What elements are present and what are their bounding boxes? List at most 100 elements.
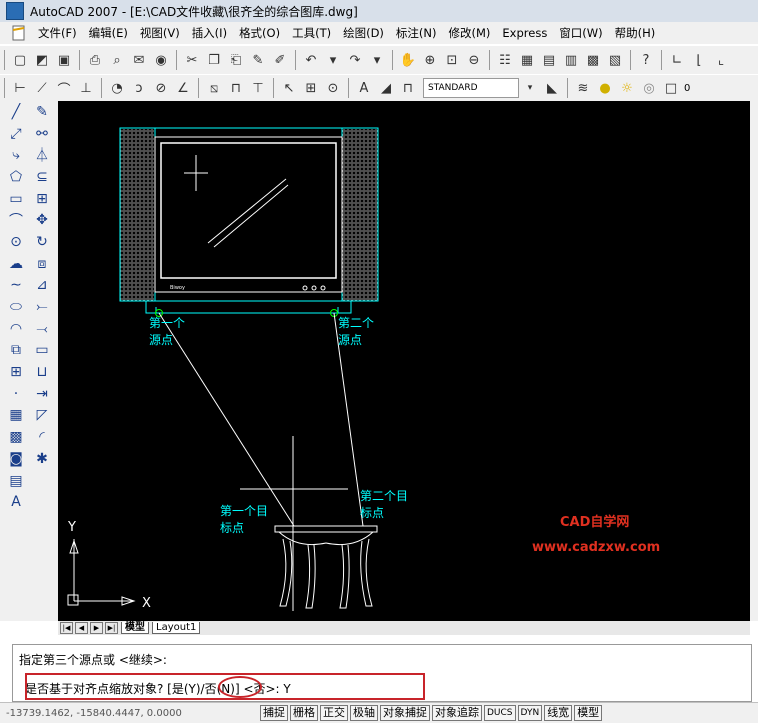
- layer-value[interactable]: 0: [684, 83, 690, 94]
- tool-palettes-icon[interactable]: ▤: [540, 51, 558, 69]
- linear-dimension-icon[interactable]: ⊢: [11, 79, 29, 97]
- table-icon[interactable]: ▤: [3, 470, 29, 492]
- print-icon[interactable]: ⎙: [86, 51, 104, 69]
- baseline-icon[interactable]: ⊓: [227, 79, 245, 97]
- fillet-icon[interactable]: ◜: [29, 426, 55, 448]
- tab-model[interactable]: 模型: [121, 622, 149, 634]
- 3d-dwf-icon[interactable]: ◉: [152, 51, 170, 69]
- last-tab-icon[interactable]: ▶|: [105, 622, 118, 634]
- multiline-text-icon[interactable]: A: [3, 491, 29, 513]
- osnap-toggle[interactable]: 对象捕捉: [380, 705, 430, 721]
- ucs-icon[interactable]: ∟: [668, 51, 686, 69]
- menu-insert[interactable]: 插入(I): [186, 25, 233, 41]
- center-mark-icon[interactable]: ⊙: [324, 79, 342, 97]
- help-icon[interactable]: ?: [637, 51, 655, 69]
- undo-dropdown-icon[interactable]: ▾: [324, 51, 342, 69]
- mirror-icon[interactable]: ⏃: [29, 144, 55, 166]
- cut-icon[interactable]: ✂: [183, 51, 201, 69]
- aligned-dimension-icon[interactable]: ⟋: [33, 79, 51, 97]
- point-icon[interactable]: ·: [3, 383, 29, 405]
- polyline-icon[interactable]: ⤷: [3, 144, 29, 166]
- ordinate-icon[interactable]: ⊥: [77, 79, 95, 97]
- sheet-set-icon[interactable]: ▥: [562, 51, 580, 69]
- arc-length-icon[interactable]: ⌒: [55, 79, 73, 98]
- match-properties-icon[interactable]: ✎: [249, 51, 267, 69]
- paste-icon[interactable]: ⎗: [227, 51, 245, 69]
- menu-format[interactable]: 格式(O): [233, 25, 286, 41]
- lock-icon[interactable]: ◎: [640, 79, 658, 97]
- line-icon[interactable]: ╱: [3, 101, 29, 123]
- grid-toggle[interactable]: 栅格: [290, 705, 318, 721]
- undo-icon[interactable]: ↶: [302, 51, 320, 69]
- offset-icon[interactable]: ⊆: [29, 166, 55, 188]
- erase-icon[interactable]: ✎: [29, 101, 55, 123]
- ucs-previous-icon[interactable]: ⌞: [712, 51, 730, 69]
- break-icon[interactable]: ⊔: [29, 361, 55, 383]
- color-square-icon[interactable]: □: [662, 79, 680, 97]
- region-icon[interactable]: ◙: [3, 448, 29, 470]
- jogged-icon[interactable]: ↄ: [130, 79, 148, 97]
- break-at-point-icon[interactable]: ▭: [29, 340, 55, 362]
- menu-edit[interactable]: 编辑(E): [83, 25, 134, 41]
- dimension-update-icon[interactable]: ⊓: [399, 79, 417, 97]
- save-icon[interactable]: ▣: [55, 51, 73, 69]
- bulb-icon[interactable]: ●: [596, 79, 614, 97]
- publish-icon[interactable]: ✉: [130, 51, 148, 69]
- ortho-toggle[interactable]: 正交: [320, 705, 348, 721]
- ellipse-icon[interactable]: ⬭: [3, 296, 29, 318]
- copy-icon[interactable]: ❐: [205, 51, 223, 69]
- insert-block-icon[interactable]: ⧉: [3, 340, 29, 362]
- construction-line-icon[interactable]: ⤢: [3, 123, 29, 145]
- zoom-previous-icon[interactable]: ⊖: [465, 51, 483, 69]
- sun-icon[interactable]: ☼: [618, 79, 636, 97]
- otrack-toggle[interactable]: 对象追踪: [432, 705, 482, 721]
- next-tab-icon[interactable]: ▶: [90, 622, 103, 634]
- new-file-icon[interactable]: ▢: [11, 51, 29, 69]
- design-center-icon[interactable]: ▦: [518, 51, 536, 69]
- trim-icon[interactable]: ⤚: [29, 296, 55, 318]
- dim-style-dropdown-icon[interactable]: ▾: [521, 79, 539, 97]
- explode-icon[interactable]: ✱: [29, 448, 55, 470]
- first-tab-icon[interactable]: |◀: [60, 622, 73, 634]
- zoom-window-icon[interactable]: ⊡: [443, 51, 461, 69]
- menu-tools[interactable]: 工具(T): [286, 25, 337, 41]
- pan-icon[interactable]: ✋: [399, 51, 417, 69]
- chamfer-icon[interactable]: ◸: [29, 405, 55, 427]
- dimension-text-edit-icon[interactable]: ◢: [377, 79, 395, 97]
- angular-icon[interactable]: ∠: [174, 79, 192, 97]
- scale-icon[interactable]: ⧈: [29, 253, 55, 275]
- dim-style-manager-icon[interactable]: ◣: [543, 79, 561, 97]
- redo-icon[interactable]: ↷: [346, 51, 364, 69]
- lineweight-toggle[interactable]: 线宽: [544, 705, 573, 721]
- diameter-icon[interactable]: ⊘: [152, 79, 170, 97]
- zoom-realtime-icon[interactable]: ⊕: [421, 51, 439, 69]
- menu-dimension[interactable]: 标注(N): [390, 25, 443, 41]
- tolerance-icon[interactable]: ⊞: [302, 79, 320, 97]
- redo-dropdown-icon[interactable]: ▾: [368, 51, 386, 69]
- rotate-icon[interactable]: ↻: [29, 231, 55, 253]
- print-preview-icon[interactable]: ⌕: [108, 51, 126, 69]
- join-icon[interactable]: ⇥: [29, 383, 55, 405]
- move-icon[interactable]: ✥: [29, 209, 55, 231]
- menu-view[interactable]: 视图(V): [134, 25, 186, 41]
- canvas-scrollbar[interactable]: [750, 101, 758, 621]
- menu-modify[interactable]: 修改(M): [443, 25, 497, 41]
- menu-help[interactable]: 帮助(H): [609, 25, 662, 41]
- properties-icon[interactable]: ☷: [496, 51, 514, 69]
- quickcalc-icon[interactable]: ▧: [606, 51, 624, 69]
- polygon-icon[interactable]: ⬠: [3, 166, 29, 188]
- layer-manager-icon[interactable]: ≋: [574, 79, 592, 97]
- copy-object-icon[interactable]: ⚯: [29, 123, 55, 145]
- block-editor-icon[interactable]: ✐: [271, 51, 289, 69]
- rectangle-icon[interactable]: ▭: [3, 188, 29, 210]
- prev-tab-icon[interactable]: ◀: [75, 622, 88, 634]
- menu-window[interactable]: 窗口(W): [553, 25, 608, 41]
- array-icon[interactable]: ⊞: [29, 188, 55, 210]
- ducs-toggle[interactable]: DUCS: [484, 705, 516, 721]
- stretch-icon[interactable]: ⊿: [29, 275, 55, 297]
- tab-layout1[interactable]: Layout1: [152, 622, 201, 634]
- arc-icon[interactable]: ⌒: [3, 209, 29, 231]
- spline-icon[interactable]: ∼: [3, 275, 29, 297]
- menu-express[interactable]: Express: [496, 26, 553, 40]
- leader-icon[interactable]: ↖: [280, 79, 298, 97]
